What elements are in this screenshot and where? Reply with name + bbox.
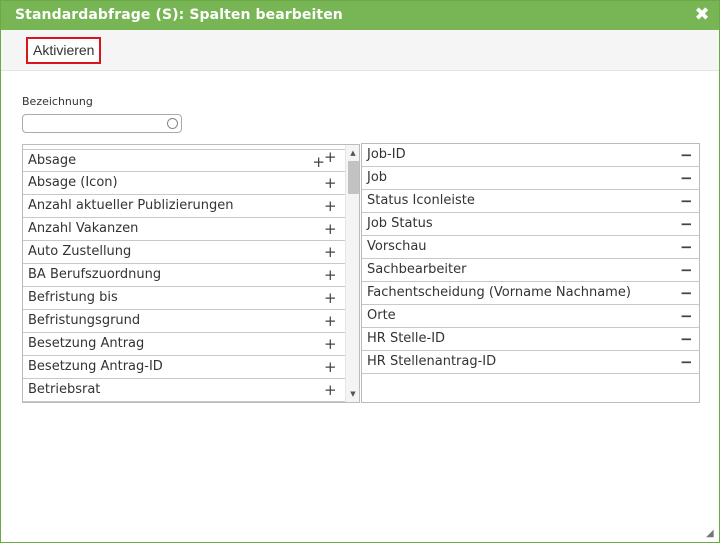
- selected-column-row[interactable]: Status Iconleiste −: [362, 190, 699, 213]
- add-column-icon[interactable]: +: [324, 241, 337, 263]
- search-icon[interactable]: [167, 118, 178, 129]
- selected-column-row[interactable]: HR Stellenantrag-ID −: [362, 351, 699, 374]
- add-column-icon[interactable]: +: [324, 172, 337, 194]
- column-label: Sachbearbeiter: [367, 262, 467, 277]
- column-label: HR Stellenantrag-ID: [367, 354, 497, 369]
- selected-column-row[interactable]: Orte −: [362, 305, 699, 328]
- column-label: Fachentscheidung (Vorname Nachname): [367, 285, 631, 300]
- available-column-row[interactable]: BA Berufszuordnung +: [23, 264, 345, 287]
- column-label: Absage (Icon): [28, 175, 118, 190]
- add-column-icon[interactable]: +: [312, 151, 325, 173]
- column-label: Orte: [367, 308, 396, 323]
- remove-column-icon[interactable]: −: [680, 351, 693, 373]
- remove-column-icon[interactable]: −: [680, 305, 693, 327]
- selected-column-row[interactable]: Job Status −: [362, 213, 699, 236]
- column-label: Befristung bis: [28, 290, 118, 305]
- available-column-row[interactable]: Absage (Icon) +: [23, 172, 345, 195]
- selected-column-row[interactable]: Fachentscheidung (Vorname Nachname) −: [362, 282, 699, 305]
- add-column-icon[interactable]: +: [324, 218, 337, 240]
- add-column-icon[interactable]: +: [324, 146, 337, 168]
- selected-columns-items: Job-ID − Job − Status Iconleiste − Job Status −…: [362, 144, 699, 374]
- add-column-icon[interactable]: +: [324, 333, 337, 355]
- available-columns-items: Absage + + Absage (Icon) + Anzahl aktueller P…: [23, 146, 345, 402]
- available-column-row[interactable]: Betriebsrat +: [23, 379, 345, 402]
- filter-input[interactable]: [27, 116, 163, 131]
- scroll-down-icon[interactable]: ▼: [346, 387, 359, 401]
- column-label: Befristungsgrund: [28, 313, 141, 328]
- filter-field[interactable]: [22, 114, 182, 133]
- activate-button[interactable]: Aktivieren: [26, 37, 102, 64]
- available-column-row[interactable]: Anzahl Vakanzen +: [23, 218, 345, 241]
- column-label: Betriebsrat: [28, 382, 101, 397]
- available-column-row[interactable]: Besetzung Antrag +: [23, 333, 345, 356]
- dialog-titlebar[interactable]: Standardabfrage (S): Spalten bearbeiten …: [1, 1, 719, 30]
- remove-column-icon[interactable]: −: [680, 236, 693, 258]
- available-columns-list[interactable]: Absage + + Absage (Icon) + Anzahl aktueller P…: [22, 144, 360, 403]
- column-label: HR Stelle-ID: [367, 331, 446, 346]
- remove-column-icon[interactable]: −: [680, 259, 693, 281]
- available-column-row[interactable]: Besetzung Antrag-ID +: [23, 356, 345, 379]
- close-icon[interactable]: ✖: [693, 4, 711, 26]
- remove-column-icon[interactable]: −: [680, 144, 693, 166]
- column-label: Besetzung Antrag: [28, 336, 145, 351]
- available-column-row[interactable]: Befristung bis +: [23, 287, 345, 310]
- available-column-row[interactable]: Anzahl aktueller Publizierungen +: [23, 195, 345, 218]
- column-label: Status Iconleiste: [367, 193, 475, 208]
- selected-column-row[interactable]: Job −: [362, 167, 699, 190]
- add-column-icon[interactable]: +: [324, 264, 337, 286]
- column-label: BA Berufszuordnung: [28, 267, 162, 282]
- available-column-row[interactable]: Befristungsgrund +: [23, 310, 345, 333]
- selected-column-row[interactable]: Job-ID −: [362, 144, 699, 167]
- column-label: Job: [367, 170, 388, 185]
- selected-column-row[interactable]: Sachbearbeiter −: [362, 259, 699, 282]
- remove-column-icon[interactable]: −: [680, 167, 693, 189]
- available-column-row[interactable]: Auto Zustellung +: [23, 241, 345, 264]
- scrollbar[interactable]: ▲ ▼: [345, 145, 359, 402]
- remove-column-icon[interactable]: −: [680, 328, 693, 350]
- add-column-icon[interactable]: +: [324, 379, 337, 401]
- dialog-title: Standardabfrage (S): Spalten bearbeiten: [15, 7, 343, 23]
- add-column-icon[interactable]: +: [324, 310, 337, 332]
- filter-label: Bezeichnung: [22, 95, 93, 108]
- scroll-thumb[interactable]: [348, 161, 359, 194]
- edit-columns-dialog: Standardabfrage (S): Spalten bearbeiten …: [0, 0, 720, 543]
- column-label: Auto Zustellung: [28, 244, 132, 259]
- column-label: Besetzung Antrag-ID: [28, 359, 163, 374]
- add-column-icon[interactable]: +: [324, 356, 337, 378]
- add-column-icon[interactable]: +: [324, 287, 337, 309]
- selected-column-row[interactable]: Vorschau −: [362, 236, 699, 259]
- remove-column-icon[interactable]: −: [680, 282, 693, 304]
- column-label: Job Status: [367, 216, 433, 231]
- column-label: Anzahl aktueller Publizierungen: [28, 198, 234, 213]
- column-label: Job-ID: [367, 147, 406, 162]
- selected-columns-list[interactable]: Job-ID − Job − Status Iconleiste − Job Status −…: [361, 143, 700, 403]
- available-column-row[interactable]: Absage + +: [23, 146, 345, 173]
- toolbar: Aktivieren: [1, 30, 719, 71]
- add-column-icon[interactable]: +: [324, 195, 337, 217]
- column-label: Absage: [28, 153, 77, 168]
- column-label: Anzahl Vakanzen: [28, 221, 139, 236]
- column-label: Vorschau: [367, 239, 427, 254]
- resize-grip-icon[interactable]: ◢: [706, 529, 716, 539]
- remove-column-icon[interactable]: −: [680, 213, 693, 235]
- scroll-up-icon[interactable]: ▲: [346, 146, 359, 160]
- remove-column-icon[interactable]: −: [680, 190, 693, 212]
- selected-column-row[interactable]: HR Stelle-ID −: [362, 328, 699, 351]
